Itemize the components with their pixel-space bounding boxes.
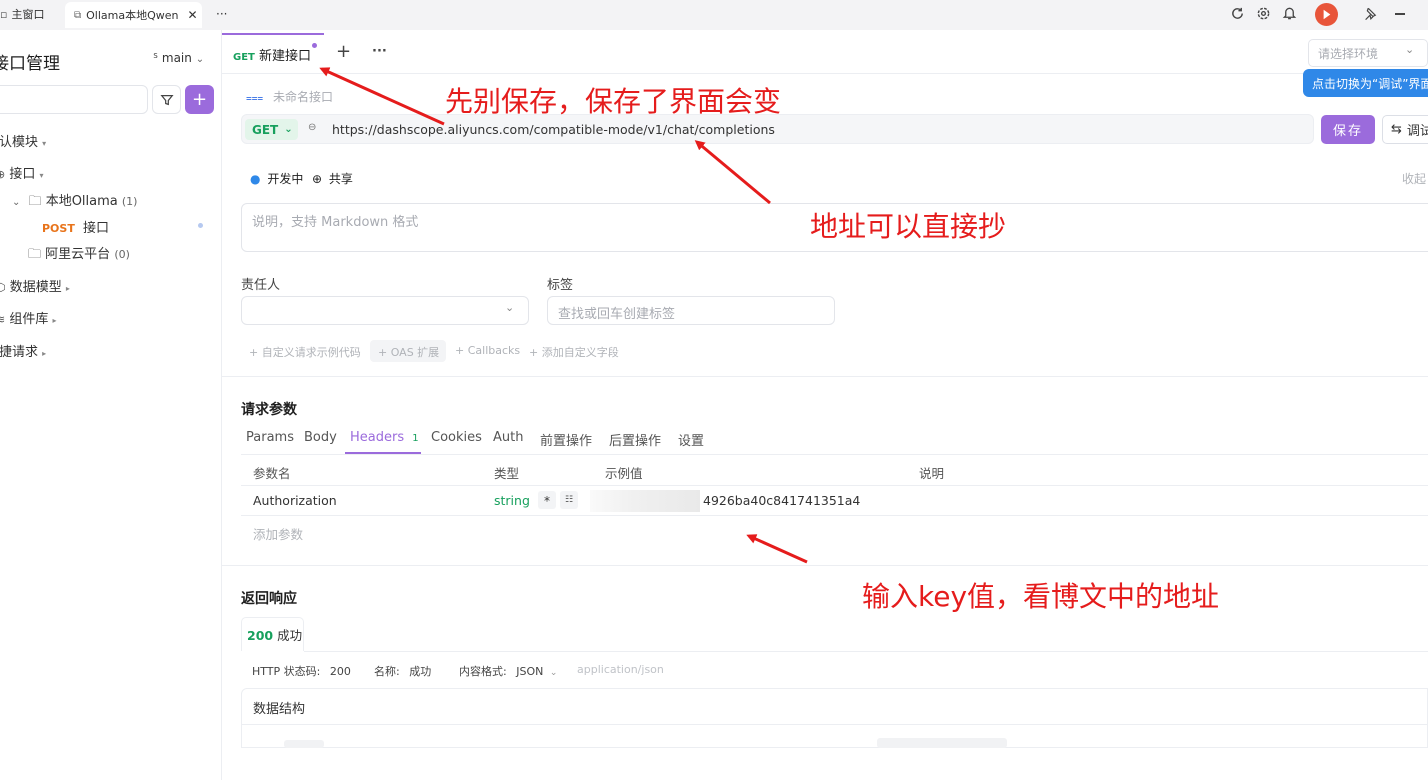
annotation-key-note: 输入key值，看博文中的地址 <box>862 580 1220 613</box>
annotation-save-note: 先别保存，保存了界面会变 <box>445 85 782 118</box>
arrow-to-key <box>746 534 808 564</box>
arrow-to-url <box>694 140 771 205</box>
annotation-url-note: 地址可以直接抄 <box>810 210 1007 243</box>
arrow-to-tab <box>319 67 445 126</box>
